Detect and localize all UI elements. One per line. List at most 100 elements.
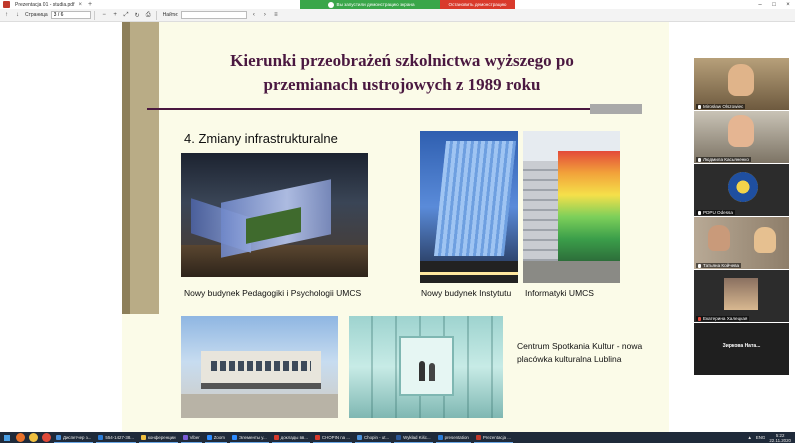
mic-icon	[698, 263, 701, 268]
participant-tile[interactable]: Mirosław Olszowiec	[694, 58, 789, 110]
task-label: Prezentacja ...	[482, 434, 511, 440]
pdf-toolbar: ↑ ↓ Страница − + ⤢ ↻ ⎙ Найти: ‹ › ≡	[0, 9, 795, 22]
toolbar-divider	[155, 10, 157, 20]
taskbar-task-button[interactable]: Viber	[180, 432, 202, 443]
participant-name: Людмила Касьяненко	[696, 157, 751, 162]
participant-video	[728, 115, 754, 147]
print-icon[interactable]: ⎙	[144, 11, 153, 20]
start-button[interactable]	[2, 433, 12, 442]
task-app-icon	[314, 434, 320, 440]
informatics-building-photo	[523, 131, 620, 283]
page-label: Страница	[25, 12, 48, 18]
pdf-app-icon	[3, 1, 10, 8]
participant-name-text: Людмила Касьяненко	[703, 157, 749, 162]
document-tab[interactable]: Prezentacja 01 - studia.pdf	[15, 2, 74, 8]
stop-share-button[interactable]: Остановить демонстрацию	[440, 0, 515, 9]
pedagogy-building-photo	[181, 153, 368, 277]
task-app-icon	[475, 434, 481, 440]
taskbar-task-button[interactable]: Элементы у...	[229, 432, 269, 443]
participant-tile[interactable]: PDPU Odessa	[694, 164, 789, 216]
find-label: Найти:	[162, 12, 179, 18]
find-options-icon[interactable]: ≡	[271, 11, 280, 20]
clock[interactable]: 5:22 22.11.2020	[769, 433, 791, 443]
slide-title: Kierunki przeobrażeń szkolnictwa wyższeg…	[230, 51, 574, 94]
photo-person	[429, 363, 435, 381]
participant-name-text: Екатерина Халецкая	[703, 316, 748, 321]
participant-tile[interactable]: Зиркова Ната...	[694, 323, 789, 375]
culture-center-exterior-photo	[181, 316, 338, 418]
firefox-icon[interactable]	[16, 433, 25, 442]
language-indicator[interactable]: ENG	[756, 435, 766, 440]
photo-ground	[181, 245, 368, 277]
task-app-icon	[56, 434, 61, 440]
section-heading: 4. Zmiany infrastrukturalne	[184, 131, 338, 146]
task-app-icon	[231, 434, 237, 440]
taskbar-task-button[interactable]: конференции	[138, 432, 178, 443]
photo-side-wall	[523, 161, 561, 261]
taskbar-task-button[interactable]: 554-1427-38...	[96, 432, 136, 443]
taskbar-task-button[interactable]: Диспетчер з...	[54, 432, 94, 443]
mic-icon	[698, 104, 701, 109]
screen-share-banner: Вы запустили демонстрацию экрана Останов…	[300, 0, 515, 9]
participant-name: Mirosław Olszowiec	[696, 104, 746, 109]
rotate-icon[interactable]: ↻	[133, 11, 142, 20]
chrome-icon[interactable]	[29, 433, 38, 442]
title-rule	[147, 108, 617, 110]
taskbar-task-button[interactable]: Wykład Kiśc...	[394, 432, 433, 443]
participant-video	[754, 227, 776, 253]
task-label: Zoom	[213, 434, 225, 440]
photo-windows	[211, 361, 311, 371]
culture-center-corridor-photo	[349, 316, 503, 418]
document-viewer[interactable]: Kierunki przeobrażeń szkolnictwa wyższeg…	[0, 22, 690, 432]
windows-icon	[4, 434, 10, 441]
participant-tile[interactable]: Екатерина Халецкая	[694, 270, 789, 322]
photo-person	[419, 361, 425, 381]
taskbar-task-button[interactable]: Chopin - ut...	[354, 432, 392, 443]
page-number-input[interactable]	[50, 11, 91, 19]
taskbar: Диспетчер з... 554-1427-38... конференции V…	[0, 432, 795, 443]
new-tab-icon[interactable]: +	[88, 1, 92, 8]
taskbar-task-button[interactable]: доклады вв...	[271, 432, 310, 443]
task-app-icon	[98, 434, 104, 440]
close-window-icon[interactable]: ×	[781, 0, 795, 9]
photo-light-trail	[420, 272, 518, 275]
find-next-icon[interactable]: ›	[260, 11, 269, 20]
minimize-icon[interactable]: –	[753, 0, 767, 9]
task-label: Элементы у...	[238, 434, 267, 440]
taskbar-task-button[interactable]: presentation	[435, 432, 471, 443]
taskbar-task-button[interactable]: Prezentacja ...	[473, 432, 513, 443]
participant-name-large: Зиркова Ната...	[722, 343, 761, 349]
taskbar-task-list: Диспетчер з... 554-1427-38... конференции V…	[51, 432, 513, 443]
caption-culture-center: Centrum Spotkania Kultur - nowa placówka…	[517, 341, 643, 364]
participant-name-text: PDPU Odessa	[703, 210, 733, 215]
caption-institute: Nowy budynek Instytutu	[421, 288, 512, 298]
opera-icon[interactable]	[42, 433, 51, 442]
task-label: Wykład Kiśc...	[403, 434, 431, 440]
system-tray: ▲ ENG 5:22 22.11.2020	[747, 432, 791, 443]
participant-avatar	[724, 278, 758, 310]
participant-video	[728, 64, 754, 96]
page-down-icon[interactable]: ↓	[13, 11, 22, 20]
share-status: Вы запустили демонстрацию экрана	[300, 0, 440, 9]
share-status-text: Вы запустили демонстрацию экрана	[336, 2, 415, 7]
find-prev-icon[interactable]: ‹	[249, 11, 258, 20]
maximize-icon[interactable]: □	[767, 0, 781, 9]
participant-video	[708, 225, 730, 251]
taskbar-task-button[interactable]: Zoom	[204, 432, 227, 443]
share-indicator-icon	[327, 1, 334, 8]
app-window: Prezentacja 01 - studia.pdf × + Вы запус…	[0, 0, 795, 443]
participant-tile[interactable]: Людмила Касьяненко	[694, 111, 789, 163]
taskbar-task-button[interactable]: CHOPIN na ...	[312, 432, 352, 443]
photo-glass-facade	[433, 141, 517, 256]
caption-pedagogy: Nowy budynek Pedagogiki i Psychologii UM…	[184, 288, 362, 298]
close-tab-icon[interactable]: ×	[78, 2, 82, 8]
mic-muted-icon	[698, 316, 701, 321]
fit-page-icon[interactable]: ⤢	[122, 11, 131, 20]
participant-tile[interactable]: Татьяна Койчева	[694, 217, 789, 269]
zoom-out-icon[interactable]: −	[100, 11, 109, 20]
task-app-icon	[273, 434, 279, 440]
zoom-in-icon[interactable]: +	[111, 11, 120, 20]
network-icon[interactable]: ▲	[747, 435, 751, 440]
find-input[interactable]	[181, 11, 248, 19]
page-up-icon[interactable]: ↑	[2, 11, 11, 20]
